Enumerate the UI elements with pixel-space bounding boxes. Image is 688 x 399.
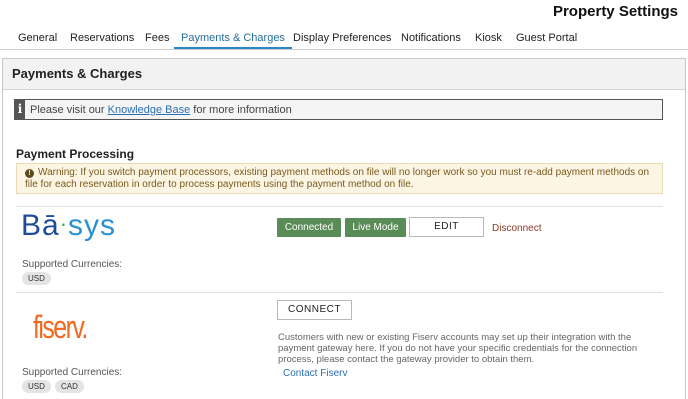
live-mode-button[interactable]: Live Mode	[345, 218, 406, 237]
tab-general[interactable]: General	[11, 30, 64, 49]
connect-button[interactable]: CONNECT	[277, 300, 352, 320]
page-title: Property Settings	[552, 3, 678, 20]
fiserv-logo: fiserv.	[33, 309, 88, 345]
tab-payments-charges[interactable]: Payments & Charges	[174, 30, 292, 49]
edit-button[interactable]: EDIT	[409, 217, 484, 237]
tab-kiosk[interactable]: Kiosk	[468, 30, 509, 49]
tab-notifications[interactable]: Notifications	[394, 30, 468, 49]
divider	[16, 292, 663, 293]
exclamation-icon: !	[25, 169, 34, 178]
currency-badge-usd: USD	[22, 272, 51, 285]
disconnect-link[interactable]: Disconnect	[492, 223, 541, 234]
kb-prefix: Please visit our	[30, 103, 108, 116]
basys-logo-dot: ·	[59, 211, 69, 236]
basys-logo-b: sys	[68, 209, 117, 242]
fiserv-supported-currencies-label: Supported Currencies:	[22, 367, 123, 378]
fiserv-description: Customers with new or existing Fiserv ac…	[278, 332, 638, 365]
knowledge-base-link[interactable]: Knowledge Base	[108, 104, 191, 116]
tab-reservations[interactable]: Reservations	[63, 30, 141, 49]
basys-supported-currencies-label: Supported Currencies:	[22, 259, 123, 270]
warning-text: Warning: If you switch payment processor…	[25, 167, 650, 190]
tab-display-preferences[interactable]: Display Preferences	[286, 30, 398, 49]
divider	[16, 206, 663, 207]
connected-status-button[interactable]: Connected	[277, 218, 341, 237]
currency-badge-usd: USD	[22, 380, 51, 393]
currency-badge-cad: CAD	[55, 380, 84, 393]
settings-tabs: General Reservations Fees Payments & Cha…	[0, 30, 688, 50]
tab-fees[interactable]: Fees	[138, 30, 176, 49]
basys-logo-a: Bā	[21, 209, 60, 242]
kb-suffix: for more information	[190, 103, 292, 116]
info-icon: i	[15, 100, 25, 119]
contact-fiserv-link[interactable]: Contact Fiserv	[283, 368, 347, 379]
knowledge-base-notice: i Please visit our Knowledge Base for mo…	[14, 99, 663, 120]
payments-panel: Payments & Charges i Please visit our Kn…	[2, 58, 686, 399]
section-title-payment-processing: Payment Processing	[16, 147, 135, 161]
panel-title: Payments & Charges	[3, 59, 685, 90]
basys-logo: Bā·sys	[21, 209, 116, 243]
warning-banner: ! Warning: If you switch payment processo…	[16, 163, 663, 194]
tab-guest-portal[interactable]: Guest Portal	[509, 30, 584, 49]
